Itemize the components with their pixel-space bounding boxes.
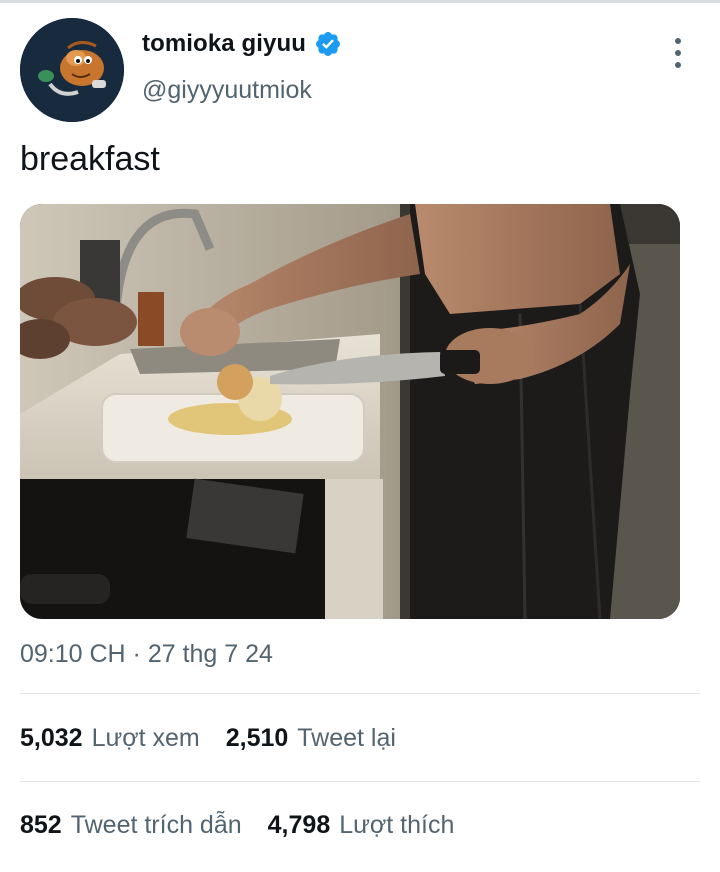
views-stat[interactable]: 5,032 Lượt xem bbox=[20, 724, 200, 753]
likes-label: Lượt thích bbox=[339, 811, 455, 839]
display-name[interactable]: tomioka giyuu bbox=[142, 30, 306, 58]
views-count: 5,032 bbox=[20, 724, 83, 752]
more-options-button[interactable] bbox=[666, 38, 690, 68]
stats-row-quotes-likes: 852 Tweet trích dẫn 4,798 Lượt thích bbox=[20, 811, 480, 840]
photo-illustration bbox=[20, 204, 680, 619]
tweet-text: breakfast bbox=[20, 140, 160, 178]
name-row: tomioka giyuu bbox=[142, 30, 342, 58]
retweets-count: 2,510 bbox=[225, 724, 289, 752]
verified-badge-icon bbox=[314, 30, 342, 58]
retweets-label: Tweet lại bbox=[297, 724, 396, 752]
quotes-stat[interactable]: 852 Tweet trích dẫn bbox=[20, 811, 242, 840]
more-dot bbox=[675, 50, 681, 56]
author-handle[interactable]: @giyyyuutmiok bbox=[142, 76, 312, 105]
tweet-photo[interactable] bbox=[20, 204, 680, 619]
divider bbox=[20, 781, 700, 782]
stats-row-views-retweets: 5,032 Lượt xem 2,510 Tweet lại bbox=[20, 724, 422, 753]
tweet-timestamp[interactable]: 09:10 CH · 27 thg 7 24 bbox=[20, 640, 273, 669]
likes-count: 4,798 bbox=[267, 811, 331, 839]
quotes-count: 852 bbox=[20, 811, 62, 839]
avatar-image bbox=[20, 18, 124, 122]
top-border bbox=[0, 0, 720, 3]
quotes-label: Tweet trích dẫn bbox=[70, 811, 242, 839]
views-label: Lượt xem bbox=[91, 724, 200, 752]
more-vertical-icon bbox=[675, 38, 681, 44]
retweets-stat[interactable]: 2,510 Tweet lại bbox=[226, 724, 396, 753]
more-dot bbox=[675, 62, 681, 68]
avatar[interactable] bbox=[20, 18, 124, 122]
divider bbox=[20, 693, 700, 694]
tweet-header: tomioka giyuu @giyyyuutmiok bbox=[20, 18, 700, 124]
likes-stat[interactable]: 4,798 Lượt thích bbox=[268, 811, 455, 840]
